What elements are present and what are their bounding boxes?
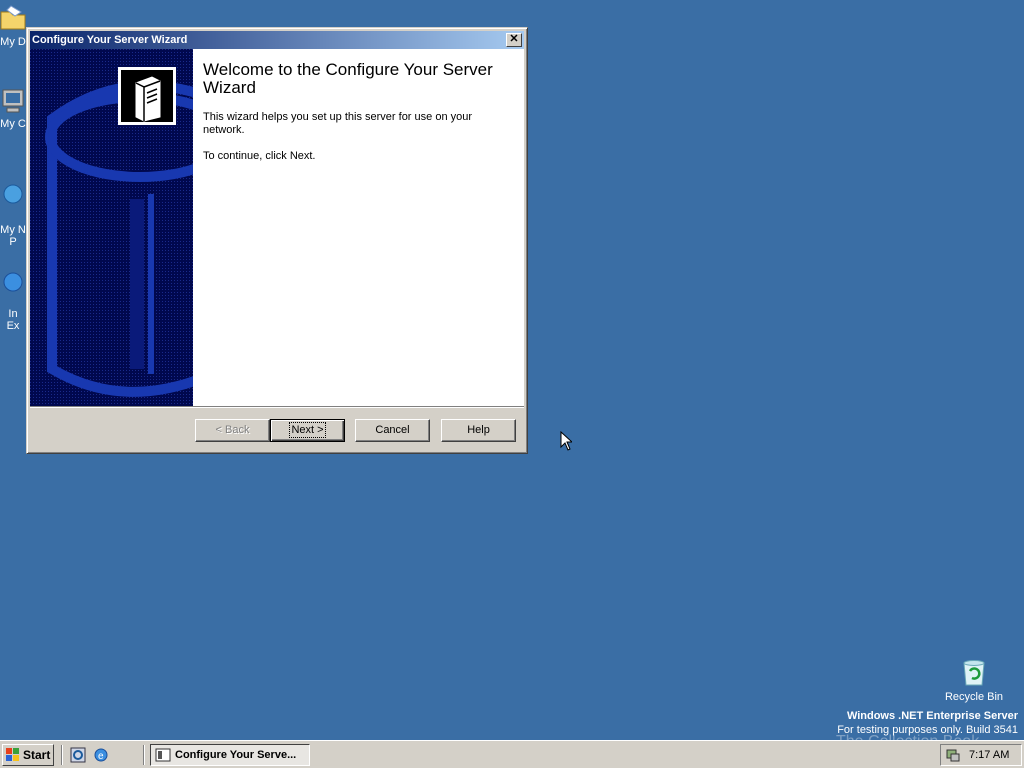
taskbar: Start e Configure Your Serve... 7:17 AM <box>0 740 1024 768</box>
svg-text:e: e <box>98 751 104 762</box>
cancel-button-label: Cancel <box>375 424 410 436</box>
configure-server-wizard-window: Configure Your Server Wizard ✕ Welcome t… <box>26 27 528 454</box>
banner-graphic <box>30 49 193 406</box>
wizard-body: Welcome to the Configure Your Server Wiz… <box>30 49 524 406</box>
network-icon <box>3 184 23 204</box>
desktop-icon-label: Recycle Bin <box>944 691 1004 703</box>
window-titlebar[interactable]: Configure Your Server Wizard ✕ <box>30 31 524 49</box>
wizard-heading: Welcome to the Configure Your Server Wiz… <box>203 60 493 97</box>
help-button[interactable]: Help <box>441 419 516 442</box>
taskbar-button-configure-wizard[interactable]: Configure Your Serve... <box>150 744 310 766</box>
system-tray: 7:17 AM <box>940 744 1022 766</box>
next-button[interactable]: Next > <box>270 419 345 442</box>
close-button[interactable]: ✕ <box>506 33 522 47</box>
os-edition-text: Windows .NET Enterprise Server <box>846 710 1018 722</box>
help-button-label: Help <box>467 424 490 436</box>
computer-icon <box>2 89 24 113</box>
taskbar-divider <box>143 745 145 765</box>
server-icon <box>135 76 161 122</box>
button-separator <box>30 406 524 408</box>
mouse-cursor-icon <box>560 431 572 451</box>
clock[interactable]: 7:17 AM <box>969 745 1009 765</box>
taskbar-button-label: Configure Your Serve... <box>175 749 297 761</box>
wizard-app-icon <box>155 748 171 762</box>
close-icon: ✕ <box>509 33 519 45</box>
quicklaunch-server-manage-icon[interactable] <box>70 747 86 763</box>
start-button[interactable]: Start <box>2 744 54 766</box>
wizard-content: Welcome to the Configure Your Server Wiz… <box>203 61 513 176</box>
cancel-button[interactable]: Cancel <box>355 419 430 442</box>
start-button-label: Start <box>23 748 51 762</box>
windows-logo-icon <box>6 748 19 761</box>
wizard-side-banner <box>30 49 193 406</box>
recycle-bin-icon <box>963 660 985 686</box>
next-button-label: Next > <box>289 422 326 438</box>
back-button[interactable]: < Back <box>195 419 270 442</box>
network-tray-icon[interactable] <box>945 747 961 763</box>
wizard-instruction: To continue, click Next. <box>203 150 316 162</box>
wizard-description: This wizard helps you set up this server… <box>203 111 473 136</box>
internet-explorer-icon <box>3 272 23 292</box>
quicklaunch-internet-explorer-icon[interactable]: e <box>93 747 109 763</box>
back-button-label: < Back <box>215 424 250 436</box>
folder-icon <box>0 5 26 30</box>
taskbar-divider <box>61 745 63 765</box>
window-title: Configure Your Server Wizard <box>32 34 188 46</box>
desktop-icon-recycle-bin[interactable]: Recycle Bin <box>939 657 1009 703</box>
